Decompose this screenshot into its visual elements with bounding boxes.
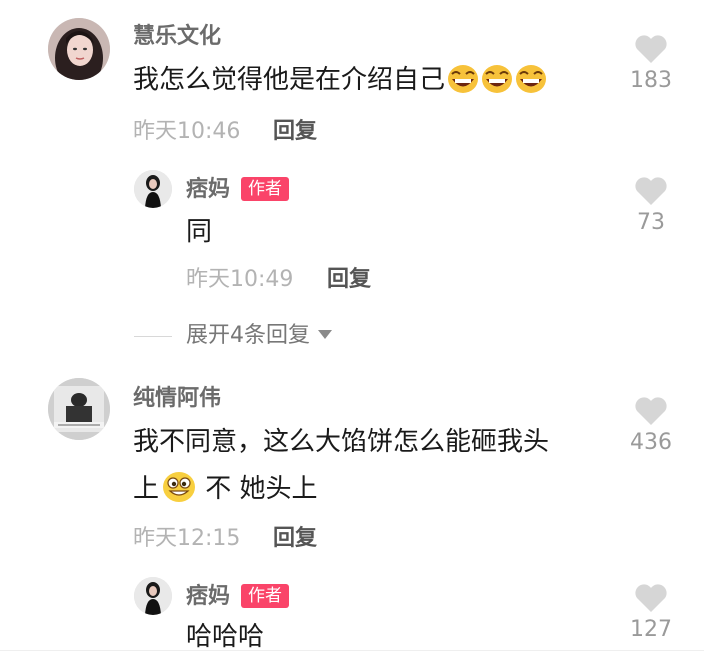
avatar-pima[interactable] xyxy=(134,577,172,615)
like-count: 73 xyxy=(637,210,665,235)
comment-time: 昨天12:15 xyxy=(133,526,241,551)
comment-text: 我怎么觉得他是在介绍自己 xyxy=(133,57,547,109)
comment-text-line1: 我不同意，这么大馅饼怎么能砸我头 xyxy=(133,427,550,457)
avatar-chunqing[interactable] xyxy=(48,378,110,440)
reply-button[interactable]: 回复 xyxy=(273,121,317,143)
laughing-emoji-icon xyxy=(515,63,547,109)
laughing-emoji-icon xyxy=(447,63,479,109)
reply-text: 哈哈哈 xyxy=(186,622,265,652)
like-button[interactable]: 436 xyxy=(611,396,691,454)
comment-text-body: 我怎么觉得他是在介绍自己 xyxy=(133,65,446,95)
expand-replies-button[interactable]: 展开4条回复 xyxy=(186,325,332,347)
reply-button[interactable]: 回复 xyxy=(327,269,371,291)
reply-text: 同 xyxy=(186,217,213,247)
expand-replies-label: 展开4条回复 xyxy=(186,323,310,348)
reply-username[interactable]: 痞妈 xyxy=(186,179,230,201)
heart-icon xyxy=(635,397,667,425)
avatar-pima[interactable] xyxy=(134,170,172,208)
like-button[interactable]: 73 xyxy=(611,176,691,234)
avatar-huile[interactable] xyxy=(48,18,110,80)
like-button[interactable]: 183 xyxy=(611,34,691,92)
comments-page: 慧乐文化 我怎么觉得他是在介绍自己 昨天10:46 回复 183 痞妈 作者 同… xyxy=(0,0,704,655)
heart-icon xyxy=(635,584,667,612)
expand-divider xyxy=(134,336,172,337)
comment-text-part: 不 她头上 xyxy=(197,474,318,504)
like-count: 436 xyxy=(630,430,672,455)
silly-grin-emoji-icon xyxy=(161,471,197,518)
comment-username[interactable]: 慧乐文化 xyxy=(133,26,221,48)
comment-username[interactable]: 纯情阿伟 xyxy=(133,388,221,410)
author-badge: 作者 xyxy=(241,177,289,201)
reply-time: 昨天10:49 xyxy=(186,267,294,292)
like-count: 127 xyxy=(630,617,672,642)
heart-icon xyxy=(635,35,667,63)
comment-text-line2: 上 不 她头上 xyxy=(133,466,318,518)
comment-text-part: 上 xyxy=(133,474,160,504)
like-count: 183 xyxy=(630,68,672,93)
author-badge: 作者 xyxy=(241,584,289,608)
comment-time: 昨天10:46 xyxy=(133,119,241,144)
reply-button[interactable]: 回复 xyxy=(273,528,317,550)
like-button[interactable]: 127 xyxy=(611,583,691,641)
triangle-down-icon xyxy=(318,330,332,339)
laughing-emoji-icon xyxy=(481,63,513,109)
bottom-divider xyxy=(0,650,704,651)
reply-username[interactable]: 痞妈 xyxy=(186,586,230,608)
heart-icon xyxy=(635,177,667,205)
